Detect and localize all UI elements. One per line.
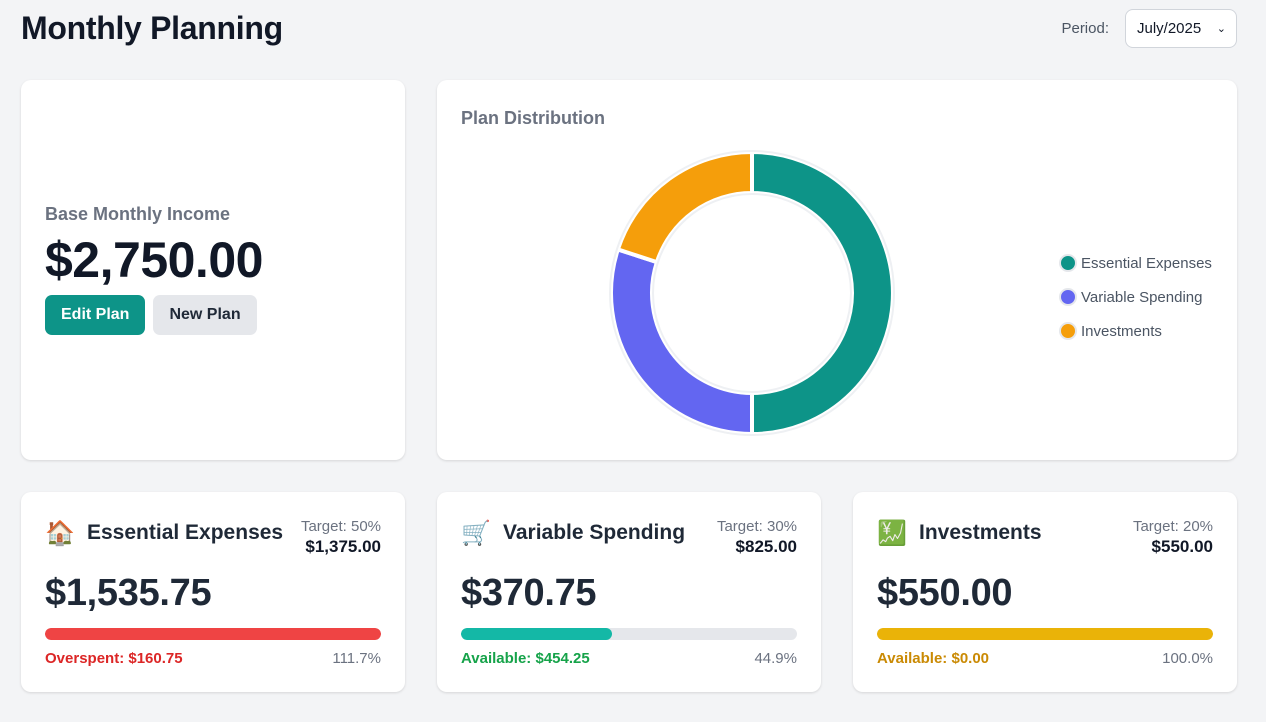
- category-card-variable-spending: 🛒 Variable Spending Target: 30% $825.00 …: [437, 492, 821, 692]
- house-icon: 🏠: [45, 519, 75, 547]
- target-value: $1,375.00: [305, 537, 381, 556]
- target-value: $550.00: [1151, 537, 1213, 556]
- target-label: Target: 50%: [300, 518, 381, 535]
- category-card-investments: 💹 Investments Target: 20% $550.00 $550.0…: [853, 492, 1237, 692]
- chart-title: Plan Distribution: [461, 108, 605, 128]
- page-title: Monthly Planning: [21, 10, 283, 46]
- period-selector: Period: July/2025 ⌄: [1061, 9, 1237, 48]
- category-amount: $1,535.75: [45, 572, 212, 614]
- period-select[interactable]: July/2025 ⌄: [1125, 9, 1237, 48]
- category-percent: 44.9%: [754, 650, 797, 667]
- chevron-down-icon: ⌄: [1216, 23, 1226, 35]
- new-plan-button[interactable]: New Plan: [153, 295, 257, 335]
- donut-outline: [652, 193, 852, 393]
- donut-chart: [609, 149, 895, 437]
- period-value: July/2025: [1137, 20, 1202, 37]
- target-value: $825.00: [735, 537, 797, 556]
- donut-slice-essential-expenses[interactable]: [750, 149, 895, 437]
- chart-legend: Essential Expenses Variable Spending Inves…: [1059, 246, 1212, 348]
- legend-swatch: [1059, 322, 1077, 340]
- legend-label: Investments: [1081, 322, 1162, 340]
- plan-distribution-card: Plan Distribution Essential Expenses Vari…: [437, 80, 1237, 460]
- legend-item[interactable]: Variable Spending: [1059, 280, 1212, 314]
- legend-item[interactable]: Investments: [1059, 314, 1212, 348]
- chart-increasing-yen-icon: 💹: [877, 519, 907, 547]
- progress-bar: [877, 628, 1213, 640]
- legend-label: Variable Spending: [1081, 288, 1203, 306]
- category-amount: $550.00: [877, 572, 1013, 614]
- category-name: Investments: [919, 521, 1042, 544]
- edit-plan-button[interactable]: Edit Plan: [45, 295, 146, 335]
- category-status: Available: $454.25: [461, 650, 590, 667]
- category-percent: 111.7%: [332, 650, 381, 667]
- category-card-essential-expenses: 🏠 Essential Expenses Target: 50% $1,375.…: [21, 492, 405, 692]
- legend-swatch: [1059, 288, 1077, 306]
- target-label: Target: 30%: [716, 518, 797, 535]
- category-percent: 100.0%: [1162, 650, 1213, 667]
- legend-label: Essential Expenses: [1081, 254, 1212, 272]
- progress-fill: [45, 628, 381, 640]
- progress-fill: [877, 628, 1213, 640]
- shopping-cart-icon: 🛒: [461, 519, 491, 547]
- period-label: Period:: [1061, 20, 1109, 37]
- donut-slice-variable-spending[interactable]: [609, 246, 754, 437]
- legend-swatch: [1059, 254, 1077, 272]
- progress-fill: [461, 628, 612, 640]
- progress-bar: [45, 628, 381, 640]
- progress-bar: [461, 628, 797, 640]
- category-name: Variable Spending: [503, 521, 686, 544]
- category-status: Overspent: $160.75: [45, 650, 183, 667]
- income-card: Base Monthly Income $2,750.00 Edit Plan …: [21, 80, 405, 460]
- category-amount: $370.75: [461, 572, 597, 614]
- category-status: Available: $0.00: [877, 650, 990, 667]
- category-name: Essential Expenses: [87, 521, 284, 544]
- legend-item[interactable]: Essential Expenses: [1059, 246, 1212, 280]
- target-label: Target: 20%: [1132, 518, 1213, 535]
- income-label: Base Monthly Income: [45, 204, 231, 224]
- income-value: $2,750.00: [45, 232, 263, 288]
